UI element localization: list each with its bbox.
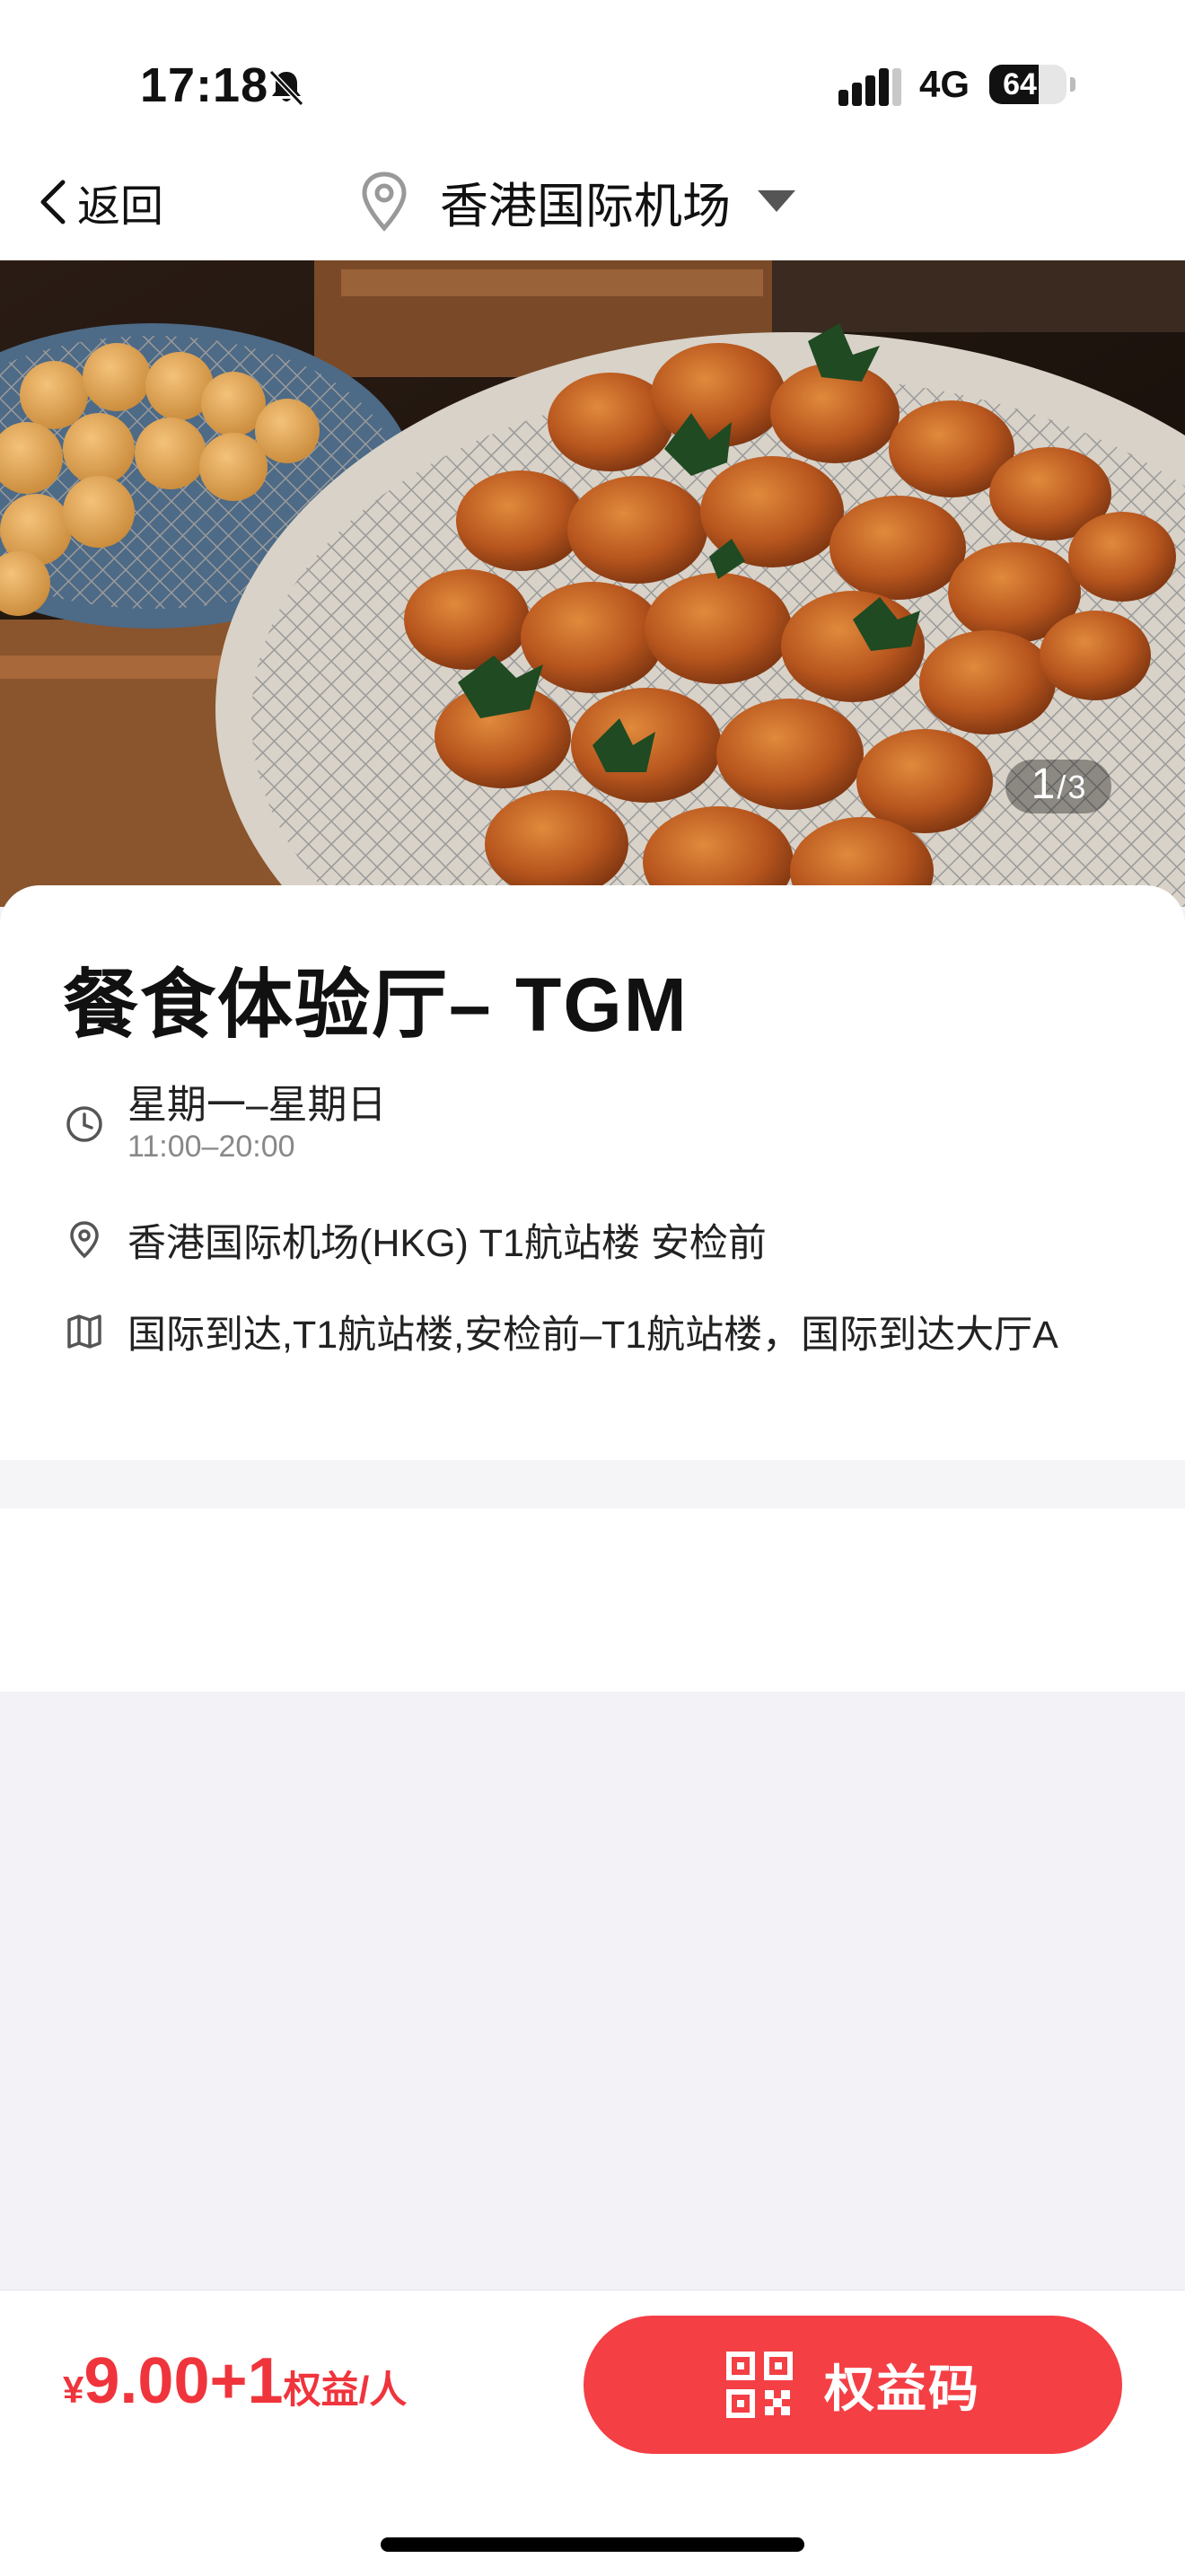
home-indicator[interactable] — [381, 2537, 804, 2552]
signal-icon — [838, 68, 901, 106]
food-photo — [0, 260, 1185, 907]
opening-days: 星期一–星期日 — [127, 1083, 387, 1127]
price-unit: 权益/人 — [283, 2369, 408, 2411]
back-button[interactable]: 返回 — [36, 162, 163, 242]
benefit-code-button[interactable]: 权益码 — [584, 2316, 1122, 2454]
status-bar: 17:18 4G 64 — [0, 0, 1185, 144]
battery-tip — [1070, 77, 1075, 92]
network-type: 4G — [919, 63, 970, 105]
price-amount: 9.00+1 — [83, 2345, 284, 2417]
photo-counter-separator: / — [1057, 769, 1066, 805]
nav-bar: 返回 香港国际机场 — [0, 144, 1185, 260]
qr-code-icon — [726, 2352, 793, 2418]
photo-counter-total: 3 — [1067, 769, 1086, 805]
lounge-title: 餐食体验厅– TGM — [63, 963, 689, 1047]
benefit-code-label: 权益码 — [824, 2360, 980, 2417]
photo-counter-current: 1 — [1031, 760, 1056, 808]
map-pin-icon — [362, 171, 407, 232]
lounge-address: 香港国际机场(HKG) T1航站楼 安检前 — [127, 1222, 767, 1265]
lounge-info-card: 餐食体验厅– TGM 星期一–星期日 11:00–20:00 香港国际机场(HK… — [0, 885, 1185, 1460]
map-icon — [67, 1314, 101, 1349]
battery-percent: 64 — [1003, 67, 1037, 101]
location-selector[interactable]: 香港国际机场 — [359, 156, 795, 246]
chevron-left-icon — [40, 180, 66, 224]
battery-icon: 64 — [989, 65, 1066, 104]
price-currency: ¥ — [63, 2369, 84, 2411]
caret-down-icon — [758, 190, 795, 212]
location-label: 香港国际机场 — [440, 179, 731, 233]
bottom-action-bar: ¥ 9.00+1 权益/人 权益码 — [0, 2290, 1185, 2576]
content-section — [0, 1508, 1185, 1692]
section-divider — [0, 1460, 1185, 1508]
bell-slash-icon — [268, 69, 304, 107]
status-time: 17:18 — [140, 58, 269, 112]
location-pin-icon — [70, 1221, 99, 1259]
back-label: 返回 — [77, 183, 164, 231]
lounge-location-detail: 国际到达,T1航站楼,安检前–T1航站楼，国际到达大厅A — [127, 1314, 1058, 1357]
price: ¥ 9.00+1 权益/人 — [63, 2344, 407, 2418]
clock-icon — [66, 1106, 102, 1142]
opening-hours: 11:00–20:00 — [127, 1130, 295, 1164]
photo-counter: 1 / 3 — [1005, 760, 1111, 813]
hero-image-carousel[interactable]: 1 / 3 — [0, 260, 1185, 907]
